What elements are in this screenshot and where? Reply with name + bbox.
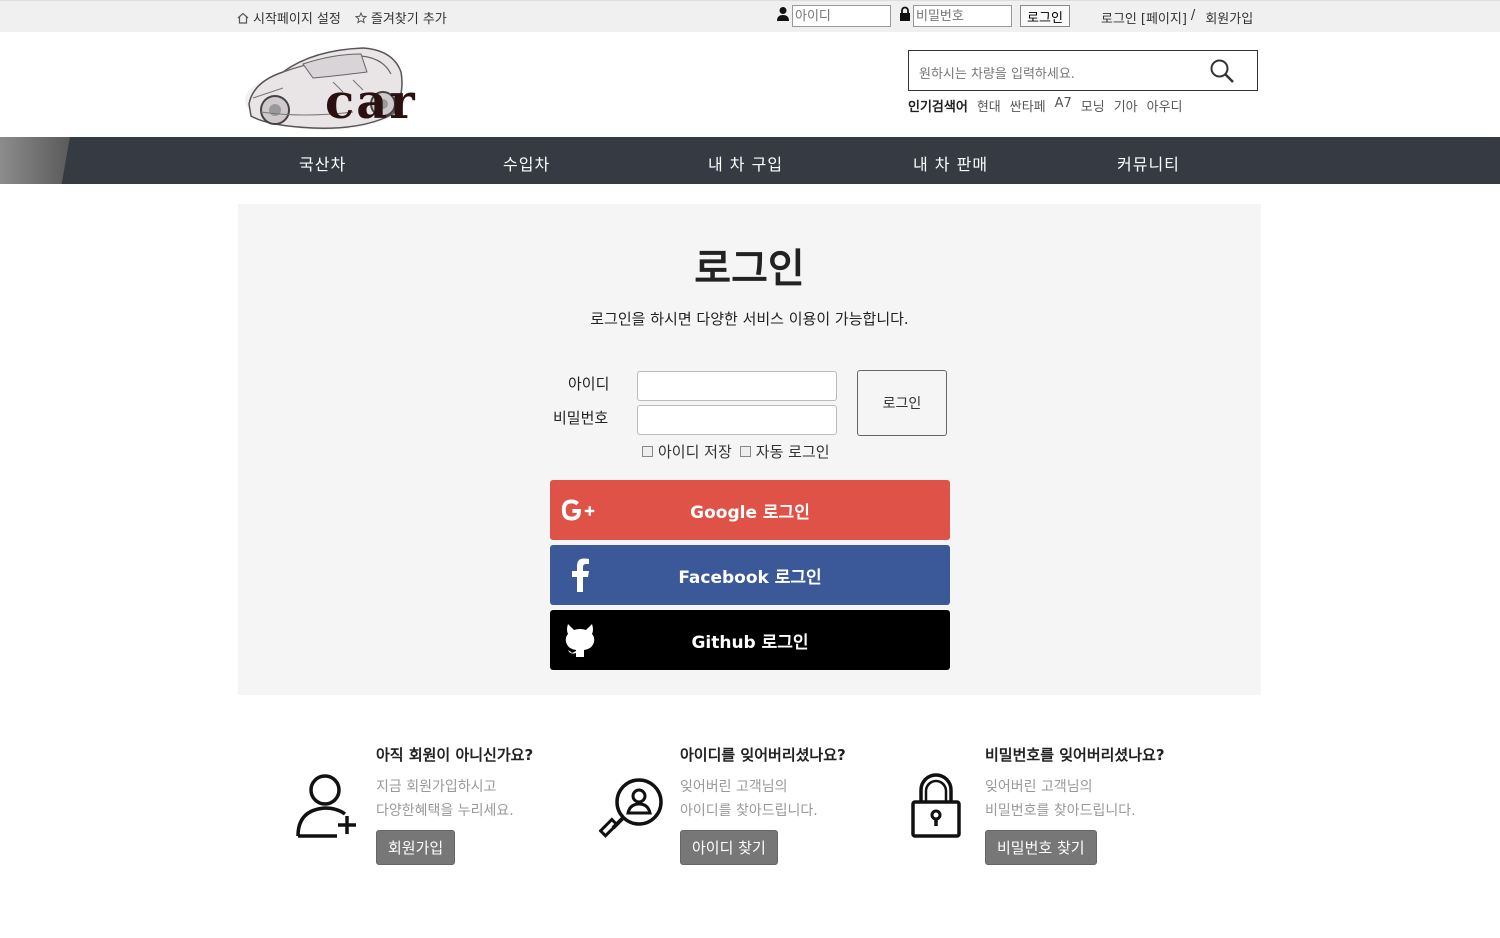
mini-login-button[interactable]: 로그인	[1020, 5, 1070, 27]
search-icon[interactable]	[1209, 58, 1235, 88]
help-find-id-line1: 잊어버린 고객님의	[680, 779, 788, 795]
find-password-button[interactable]: 비밀번호 찾기	[985, 830, 1097, 865]
github-login-label: Github 로그인	[691, 632, 809, 653]
find-id-button[interactable]: 아이디 찾기	[680, 830, 778, 865]
user-icon	[776, 6, 790, 26]
login-title: 로그인	[694, 246, 805, 292]
nav-item-community[interactable]: 커뮤니티	[1117, 151, 1180, 175]
password-input[interactable]	[637, 405, 837, 435]
popular-term[interactable]: 기아	[1114, 96, 1138, 115]
lock-icon	[899, 6, 911, 26]
google-login-label: Google 로그인	[690, 502, 810, 523]
github-login-button[interactable]: Github 로그인	[550, 610, 950, 670]
help-find-id-line2: 아이디를 찾아드립니다.	[680, 803, 818, 819]
add-user-icon	[295, 772, 361, 842]
popular-searches: 인기검색어 현대 싼타페 A7 모닝 기아 아우디	[908, 96, 1183, 115]
popular-term[interactable]: 싼타페	[1010, 96, 1046, 115]
user-search-icon	[598, 772, 665, 842]
help-find-id: 아이디를 잊어버리셨나요? 잊어버린 고객님의 아이디를 찾아드립니다. 아이디…	[598, 744, 899, 874]
popular-label: 인기검색어	[908, 100, 968, 115]
padlock-icon	[904, 772, 970, 842]
nav-item-sell[interactable]: 내 차 판매	[913, 151, 988, 175]
add-bookmark-label: 즐겨찾기 추가	[370, 12, 447, 27]
help-find-password-title: 비밀번호를 잊어버리셨나요?	[985, 746, 1165, 764]
home-icon	[237, 12, 249, 24]
help-signup-line1: 지금 회원가입하시고	[376, 779, 497, 795]
set-home-link[interactable]: 시작페이지 설정	[237, 8, 341, 27]
page-link[interactable]: [페이지]	[1141, 8, 1187, 27]
signup-link[interactable]: 회원가입	[1205, 8, 1253, 27]
help-signup: 아직 회원이 아니신가요? 지금 회원가입하시고 다양한혜택을 누리세요. 회원…	[295, 744, 595, 874]
site-logo[interactable]: car Market	[243, 42, 623, 186]
help-find-password-line1: 잊어버린 고객님의	[985, 779, 1093, 795]
facebook-login-label: Facebook 로그인	[678, 567, 822, 588]
auto-login-option[interactable]: 자동 로그인	[739, 441, 830, 462]
help-signup-title: 아직 회원이 아니신가요?	[376, 746, 534, 764]
help-signup-line2: 다양한혜택을 누리세요.	[376, 803, 514, 819]
mini-pw-input[interactable]	[913, 5, 1012, 27]
top-left-links: 시작페이지 설정 즐겨찾기 추가	[237, 8, 447, 27]
star-icon	[354, 11, 367, 24]
save-id-option[interactable]: 아이디 저장	[642, 441, 732, 462]
signup-button[interactable]: 회원가입	[376, 830, 456, 865]
nav-item-domestic[interactable]: 국산차	[299, 151, 346, 175]
github-icon	[560, 622, 600, 658]
login-button[interactable]: 로그인	[857, 370, 947, 436]
save-id-checkbox[interactable]	[642, 446, 653, 457]
save-id-label: 아이디 저장	[658, 443, 732, 461]
add-bookmark-link[interactable]: 즐겨찾기 추가	[354, 8, 447, 27]
nav-item-buy[interactable]: 내 차 구입	[708, 151, 783, 175]
popular-term[interactable]: 아우디	[1147, 96, 1183, 115]
search-box[interactable]: 원하시는 차량을 입력하세요.	[908, 50, 1258, 91]
nav-item-imported[interactable]: 수입차	[503, 151, 550, 175]
help-find-password-line2: 비밀번호를 찾아드립니다.	[985, 803, 1136, 819]
popular-term[interactable]: 현대	[977, 96, 1001, 115]
help-find-password: 비밀번호를 잊어버리셨나요? 잊어버린 고객님의 비밀번호를 찾아드립니다. 비…	[904, 744, 1204, 874]
google-plus-icon	[560, 492, 600, 528]
top-utility-bar: 시작페이지 설정 즐겨찾기 추가 로그인 로그인 [페이지] / 회원가입	[0, 0, 1500, 32]
login-panel: 로그인 로그인을 하시면 다양한 서비스 이용이 가능합니다. 아이디 비밀번호…	[238, 204, 1261, 695]
link-separator: /	[1190, 8, 1196, 23]
pw-label: 비밀번호	[553, 409, 609, 427]
popular-term[interactable]: 모닝	[1081, 96, 1105, 115]
id-input[interactable]	[637, 371, 837, 401]
login-options: 아이디 저장 자동 로그인	[642, 441, 830, 462]
auto-login-checkbox[interactable]	[739, 446, 751, 457]
mini-id-input[interactable]	[792, 5, 891, 27]
id-label: 아이디	[568, 375, 610, 393]
main-nav: 국산차 수입차 내 차 구입 내 차 판매 커뮤니티	[0, 137, 1500, 184]
nav-decoration	[0, 137, 70, 184]
login-link[interactable]: 로그인	[1101, 8, 1137, 27]
facebook-login-button[interactable]: Facebook 로그인	[550, 545, 950, 605]
google-login-button[interactable]: Google 로그인	[550, 480, 950, 540]
mini-login-form: 로그인	[776, 5, 1070, 27]
search-input[interactable]: 원하시는 차량을 입력하세요.	[919, 63, 1075, 82]
help-find-id-title: 아이디를 잊어버리셨나요?	[680, 746, 846, 764]
facebook-icon	[560, 557, 600, 593]
set-home-label: 시작페이지 설정	[253, 12, 341, 27]
auto-login-label: 자동 로그인	[755, 443, 830, 461]
popular-term[interactable]: A7	[1055, 96, 1072, 115]
login-subtitle: 로그인을 하시면 다양한 서비스 이용이 가능합니다.	[590, 310, 909, 328]
top-right-links: 로그인 [페이지] / 회원가입	[1101, 8, 1253, 27]
